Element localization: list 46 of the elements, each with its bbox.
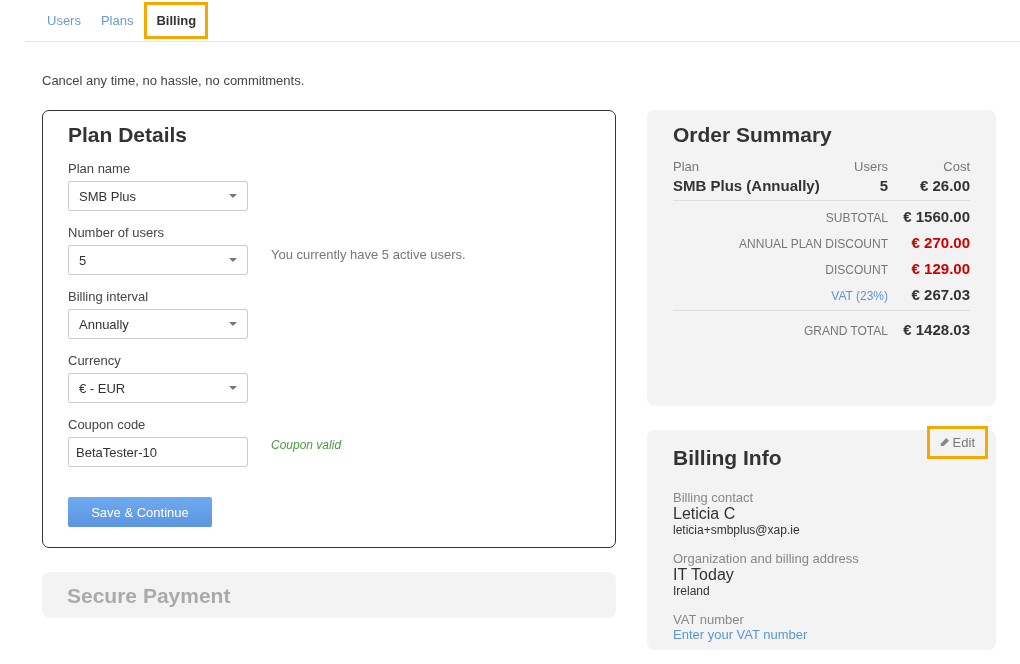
input-field[interactable]: BetaTester-10 [68,437,248,467]
cost-value: € 26.00 [918,177,970,194]
total-value: € 270.00 [910,234,970,251]
card-title: Order Summary [673,123,833,147]
validation-message: Coupon valid [271,438,342,452]
tab[interactable]: Billing [146,4,207,37]
info-label: Billing contact [673,490,755,505]
card-title: Plan Details [68,123,189,147]
card-title: Billing Info [673,446,782,470]
total-label: SUBTOTAL [824,211,888,225]
dropdown[interactable]: SMB Plus [68,181,248,211]
field-label: Coupon code [68,417,147,432]
field-label: Currency [68,353,122,368]
total-label: ANNUAL PLAN DISCOUNT [738,237,888,251]
field-label: Number of users [68,225,166,240]
total-value: € 1428.03 [902,321,970,338]
plan-name: SMB Plus (Annually) [673,177,821,194]
intro-text: Cancel any time, no hassle, no commitments. [42,73,306,88]
user-count: 5 [878,177,888,194]
total-label: GRAND TOTAL [802,324,888,338]
dropdown[interactable]: € - EUR [68,373,248,403]
hint-text: You currently have 5 active users. [271,246,466,262]
section-title: Secure Payment [67,584,232,608]
total-value: € 267.03 [910,286,970,303]
caret-icon [229,194,237,198]
info-value: Leticia C [673,505,737,523]
field-label: Plan name [68,161,132,176]
caret-icon [229,258,237,262]
column-header: Plan [673,159,701,174]
pencil-icon [939,438,949,447]
caret-icon [229,386,237,390]
info-detail: leticia+smbplus@xap.ie [673,523,801,537]
column-header: Users [853,159,888,174]
edit-link[interactable]: Edit [929,429,985,456]
info-detail: Ireland [673,584,711,598]
info-label: VAT number [673,612,745,627]
total-value: € 1560.00 [902,208,970,225]
total-label: DISCOUNT [824,263,888,277]
column-header: Cost [942,159,970,174]
dropdown[interactable]: 5 [68,245,248,275]
info-label: Organization and billing address [673,551,860,566]
total-value: € 129.00 [910,260,970,277]
caret-icon [229,322,237,326]
dropdown[interactable]: Annually [68,309,248,339]
field-label: Billing interval [68,289,150,304]
info-value: IT Today [673,566,735,584]
